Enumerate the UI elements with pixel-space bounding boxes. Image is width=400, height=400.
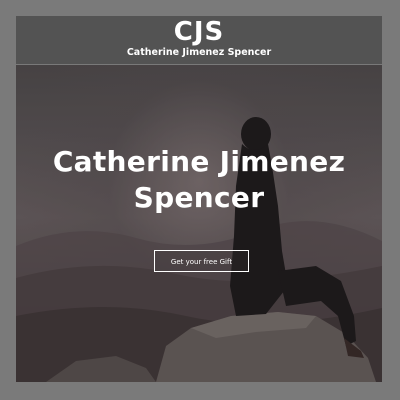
- hero-title: Catherine Jimenez Spencer: [16, 144, 382, 216]
- site-tagline: Catherine Jimenez Spencer: [126, 47, 272, 58]
- get-free-gift-button[interactable]: Get your free Gift: [154, 250, 249, 272]
- site-header: CJS Catherine Jimenez Spencer: [16, 16, 382, 65]
- site-logo[interactable]: CJS: [16, 18, 382, 46]
- hero-title-line-2: Spencer: [133, 181, 265, 214]
- landing-page: CJS Catherine Jimenez Spencer Catherine …: [16, 16, 382, 382]
- hero-title-line-1: Catherine Jimenez: [52, 145, 346, 178]
